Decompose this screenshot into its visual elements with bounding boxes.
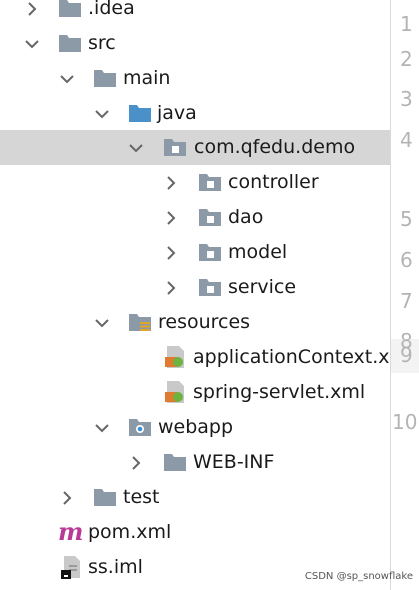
line-number: 5 xyxy=(400,207,413,231)
tree-item-spring-servlet[interactable]: spring-servlet.xml xyxy=(0,375,390,410)
chevron-right-icon[interactable] xyxy=(59,490,75,506)
spring-xml-icon xyxy=(163,380,187,404)
tree-item-service[interactable]: service xyxy=(0,270,390,305)
svg-text:m: m xyxy=(58,520,83,544)
tree-item-label: test xyxy=(123,486,160,508)
tree-item-label: webapp xyxy=(158,416,234,438)
tree-item-application-context[interactable]: applicationContext.x xyxy=(0,340,390,375)
line-number: 3 xyxy=(400,87,413,111)
module-file-icon xyxy=(58,555,82,579)
line-number: 10 xyxy=(392,410,418,434)
chevron-down-icon[interactable] xyxy=(94,420,110,436)
package-icon xyxy=(198,240,222,264)
source-folder-icon xyxy=(128,101,152,125)
resources-folder-icon xyxy=(128,310,152,334)
chevron-down-icon[interactable] xyxy=(24,36,40,52)
line-number: 2 xyxy=(400,47,413,71)
tree-item-label: dao xyxy=(228,206,264,228)
line-number: 1 xyxy=(400,12,413,36)
folder-icon xyxy=(58,31,82,55)
tree-item-java[interactable]: java xyxy=(0,96,390,131)
tree-item-pom[interactable]: m pom.xml xyxy=(0,515,390,550)
tree-item-label: controller xyxy=(228,171,319,193)
chevron-down-icon[interactable] xyxy=(94,315,110,331)
tree-item-webapp[interactable]: webapp xyxy=(0,410,390,445)
package-icon xyxy=(198,205,222,229)
tree-item-label: service xyxy=(228,276,297,298)
tree-item-controller[interactable]: controller xyxy=(0,165,390,200)
tree-item-label: WEB-INF xyxy=(193,451,275,473)
tree-item-model[interactable]: model xyxy=(0,235,390,270)
editor-gutter: 1 2 3 4 5 6 7 8 9 10 xyxy=(391,0,419,590)
line-number: 6 xyxy=(400,248,413,272)
project-tree: .idea src main java com.qfedu.demo contr… xyxy=(0,0,390,590)
line-number: 9 xyxy=(400,343,413,367)
package-icon xyxy=(198,275,222,299)
tree-item-web-inf[interactable]: WEB-INF xyxy=(0,445,390,480)
tree-item-label: java xyxy=(157,102,197,124)
tree-item-main[interactable]: main xyxy=(0,61,390,96)
chevron-down-icon[interactable] xyxy=(128,140,144,156)
package-icon xyxy=(198,170,222,194)
tree-item-idea[interactable]: .idea xyxy=(0,0,390,26)
chevron-right-icon[interactable] xyxy=(24,1,40,17)
tree-item-label: spring-servlet.xml xyxy=(193,381,366,403)
folder-icon xyxy=(93,66,117,90)
tree-item-test[interactable]: test xyxy=(0,480,390,515)
tree-item-dao[interactable]: dao xyxy=(0,200,390,235)
tree-item-label: .idea xyxy=(88,0,135,19)
folder-icon xyxy=(58,0,82,20)
watermark: CSDN @sp_snowflake xyxy=(304,571,413,582)
tree-item-src[interactable]: src xyxy=(0,26,390,61)
chevron-right-icon[interactable] xyxy=(163,175,179,191)
maven-icon: m xyxy=(58,517,83,546)
web-folder-icon xyxy=(128,415,152,439)
tree-item-label: pom.xml xyxy=(88,521,172,543)
chevron-down-icon[interactable] xyxy=(94,106,110,122)
tree-item-label: main xyxy=(123,67,171,89)
tree-item-label: model xyxy=(228,241,288,263)
chevron-right-icon[interactable] xyxy=(163,245,179,261)
tree-item-label: src xyxy=(88,32,116,54)
chevron-right-icon[interactable] xyxy=(163,280,179,296)
package-icon xyxy=(163,135,187,159)
spring-xml-icon xyxy=(163,345,187,369)
folder-icon xyxy=(93,485,117,509)
chevron-down-icon[interactable] xyxy=(59,71,75,87)
tree-item-resources[interactable]: resources xyxy=(0,305,390,340)
folder-icon xyxy=(163,450,187,474)
tree-item-label: applicationContext.x xyxy=(193,346,390,368)
tree-item-label: ss.iml xyxy=(88,556,143,578)
tree-item-package[interactable]: com.qfedu.demo xyxy=(0,130,390,165)
chevron-right-icon[interactable] xyxy=(163,210,179,226)
line-number: 7 xyxy=(400,289,413,313)
chevron-right-icon[interactable] xyxy=(128,455,144,471)
line-number: 4 xyxy=(400,128,413,152)
tree-item-label: resources xyxy=(158,311,251,333)
tree-item-label: com.qfedu.demo xyxy=(194,136,356,158)
